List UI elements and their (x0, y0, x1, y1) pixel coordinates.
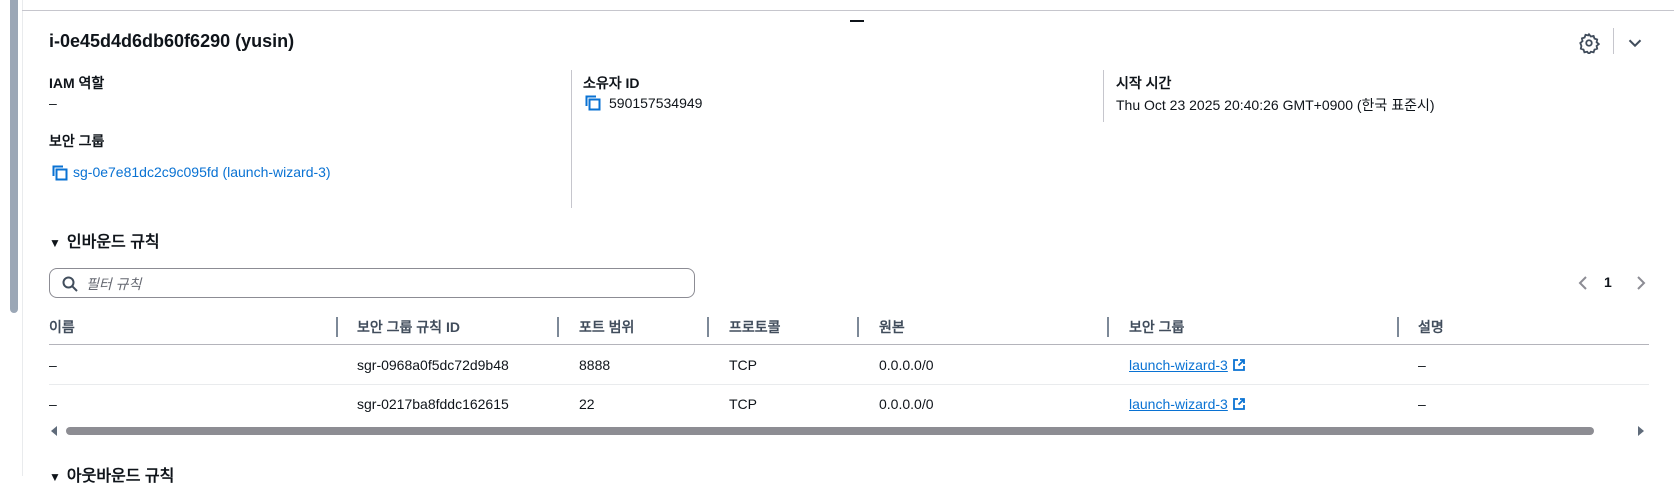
panel-top-border (22, 10, 1674, 11)
iam-role-value: – (49, 95, 57, 111)
outbound-rules-toggle[interactable]: ▼ 아웃바운드 규칙 (49, 462, 174, 486)
gear-icon[interactable] (1578, 32, 1600, 54)
filter-box (49, 268, 695, 299)
column-header-name[interactable]: 이름 (49, 317, 75, 337)
caret-down-icon: ▼ (49, 236, 61, 250)
horizontal-scrollbar-thumb[interactable] (66, 427, 1594, 435)
security-group-link[interactable]: sg-0e7e81dc2c9c095fd (launch-wizard-3) (73, 164, 331, 180)
chevron-right-icon[interactable] (1632, 274, 1648, 292)
column-header-rule-id[interactable]: 보안 그룹 규칙 ID (357, 317, 460, 337)
inbound-rules-toggle[interactable]: ▼ 인바운드 규칙 (49, 228, 160, 252)
outbound-rules-heading: 아웃바운드 규칙 (66, 468, 175, 485)
cell-rule-id: sgr-0968a0f5dc72d9b48 (357, 357, 509, 373)
column-divider (571, 70, 572, 208)
chevron-left-icon[interactable] (1576, 274, 1592, 292)
left-scrollbar-thumb[interactable] (10, 0, 18, 313)
column-resizer[interactable] (1397, 317, 1399, 337)
cell-protocol: TCP (729, 357, 757, 373)
column-resizer[interactable] (557, 317, 559, 337)
external-link-icon[interactable] (1232, 358, 1246, 372)
iam-role-label: IAM 역할 (49, 75, 105, 91)
column-header-protocol[interactable]: 프로토콜 (729, 317, 781, 337)
owner-id-value: 590157534949 (609, 95, 703, 111)
cell-rule-id: sgr-0217ba8fddc162615 (357, 396, 509, 412)
column-divider (1103, 70, 1104, 122)
cell-source: 0.0.0.0/0 (879, 357, 934, 373)
cell-port-range: 8888 (579, 357, 611, 373)
instance-title: i-0e45d4d6db60f6290 (yusin) (49, 31, 295, 51)
caret-down-icon: ▼ (49, 470, 61, 484)
security-group-link[interactable]: launch-wizard-3 (1129, 357, 1228, 373)
column-resizer[interactable] (707, 317, 709, 337)
copy-icon[interactable] (51, 164, 69, 182)
external-link-icon[interactable] (1232, 397, 1246, 411)
panel-resize-handle[interactable] (850, 20, 864, 22)
scroll-left-arrow[interactable] (51, 426, 57, 436)
row-divider (49, 384, 1649, 385)
inbound-rules-heading: 인바운드 규칙 (66, 234, 160, 251)
search-icon (62, 276, 78, 292)
cell-name: – (49, 396, 57, 412)
launch-time-label: 시작 시간 (1116, 75, 1172, 91)
cell-source: 0.0.0.0/0 (879, 396, 934, 412)
column-header-description[interactable]: 설명 (1418, 317, 1444, 337)
cell-protocol: TCP (729, 396, 757, 412)
copy-icon[interactable] (584, 94, 602, 112)
header-divider (1613, 28, 1614, 54)
security-group-link[interactable]: launch-wizard-3 (1129, 396, 1228, 412)
cell-security-group: launch-wizard-3 (1129, 396, 1246, 412)
page-number[interactable]: 1 (1604, 274, 1612, 290)
security-groups-label: 보안 그룹 (49, 133, 105, 149)
launch-time-value: Thu Oct 23 2025 20:40:26 GMT+0900 (한국 표준… (1116, 97, 1435, 113)
column-header-security-group[interactable]: 보안 그룹 (1129, 317, 1184, 337)
cell-port-range: 22 (579, 396, 595, 412)
column-resizer[interactable] (1107, 317, 1109, 337)
column-header-source[interactable]: 원본 (879, 317, 905, 337)
table-header-divider (49, 344, 1649, 345)
column-header-port-range[interactable]: 포트 범위 (579, 317, 634, 337)
chevron-down-icon[interactable] (1624, 32, 1646, 54)
cell-description: – (1418, 396, 1426, 412)
cell-security-group: launch-wizard-3 (1129, 357, 1246, 373)
column-resizer[interactable] (857, 317, 859, 337)
scroll-right-arrow[interactable] (1638, 426, 1644, 436)
cell-name: – (49, 357, 57, 373)
filter-input[interactable] (84, 269, 688, 299)
owner-id-label: 소유자 ID (583, 75, 640, 91)
column-resizer[interactable] (336, 317, 338, 337)
cell-description: – (1418, 357, 1426, 373)
